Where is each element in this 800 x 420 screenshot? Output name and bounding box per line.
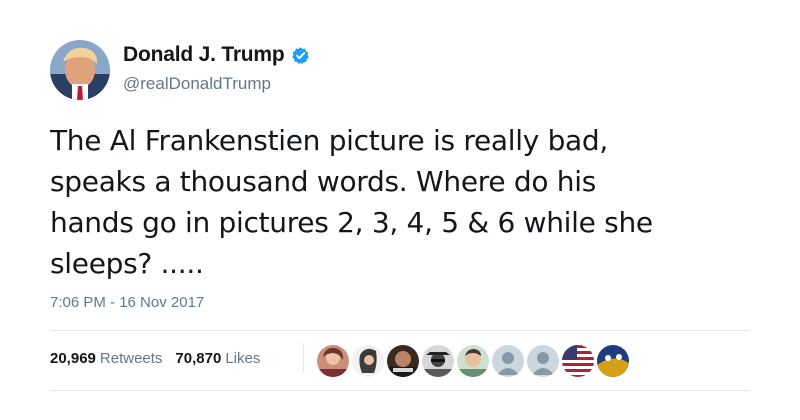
tweet-text: The Al Frankenstien picture is really ba… — [50, 124, 653, 280]
retweets-count: 20,969 — [50, 350, 96, 367]
verified-badge-icon — [291, 46, 310, 65]
liker-avatar[interactable] — [422, 345, 454, 377]
default-avatar-icon[interactable] — [527, 345, 559, 377]
likes-stat[interactable]: 70,870 Likes — [175, 350, 260, 367]
retweets-stat[interactable]: 20,969 Retweets — [50, 350, 162, 367]
likes-count: 70,870 — [175, 350, 222, 367]
author-handle[interactable]: @realDonaldTrump — [123, 74, 271, 94]
retweets-label: Retweets — [99, 350, 163, 367]
stats-separator — [303, 343, 304, 373]
author-name-row: Donald J. Trump — [123, 43, 310, 67]
tweet-timestamp[interactable]: 7:06 PM - 16 Nov 2017 — [50, 294, 204, 311]
liker-avatar[interactable] — [352, 345, 384, 377]
author-avatar[interactable] — [50, 40, 110, 100]
liker-avatar[interactable] — [457, 345, 489, 377]
tweet-stats: 20,969 Retweets 70,870 Likes — [50, 350, 273, 367]
flag-avatar[interactable] — [562, 345, 594, 377]
divider — [50, 390, 750, 391]
liker-avatars — [317, 345, 632, 377]
liker-avatar[interactable] — [387, 345, 419, 377]
divider — [50, 330, 750, 331]
author-display-name[interactable]: Donald J. Trump — [123, 43, 285, 67]
likes-label: Likes — [225, 350, 261, 367]
liker-avatar[interactable] — [597, 345, 629, 377]
default-avatar-icon[interactable] — [492, 345, 524, 377]
liker-avatar[interactable] — [317, 345, 349, 377]
